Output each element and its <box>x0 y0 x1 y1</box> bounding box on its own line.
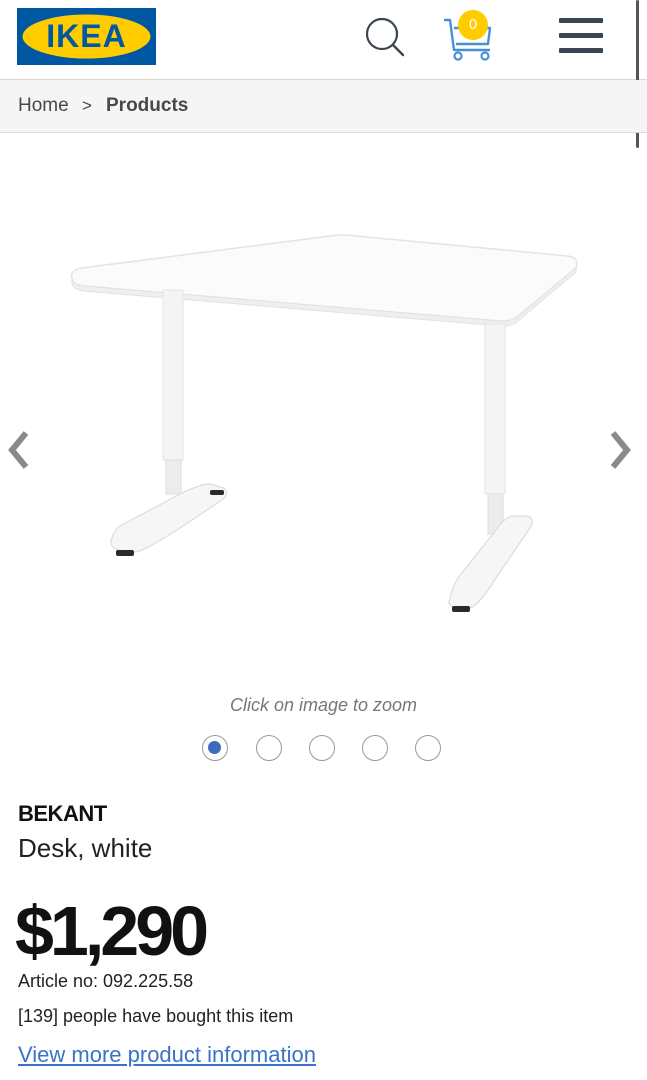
product-description: Desk, white <box>18 833 153 863</box>
product-page: IKEA 0 Home > Products Click on image to… <box>0 0 647 1080</box>
breadcrumb-home-link[interactable]: Home <box>18 80 69 132</box>
product-name: BEKANT <box>18 801 107 826</box>
breadcrumb-separator: > <box>82 96 92 115</box>
article-number: Article no: 092.225.58 <box>18 971 194 991</box>
zoom-hint: Click on image to zoom <box>229 695 418 715</box>
menu-bar <box>559 48 603 53</box>
desk-image <box>70 234 578 612</box>
menu-bar <box>559 33 603 38</box>
search-icon <box>365 17 405 57</box>
product-gallery <box>0 133 647 693</box>
site-header: IKEA 0 <box>0 0 647 148</box>
chevron-right-icon <box>610 431 631 469</box>
menu-button[interactable] <box>557 16 605 56</box>
gallery-prev-button[interactable] <box>4 429 34 471</box>
cart-count-badge: 0 <box>458 10 488 40</box>
breadcrumb-current: Products <box>106 95 189 116</box>
gallery-pagination <box>202 735 452 765</box>
gallery-dot-2[interactable] <box>256 735 282 761</box>
gallery-next-button[interactable] <box>605 429 635 471</box>
gallery-dot-1[interactable] <box>202 735 228 761</box>
ikea-logo[interactable]: IKEA <box>17 8 156 65</box>
logo-text: IKEA <box>46 18 126 54</box>
cart-button[interactable]: 0 <box>438 8 500 62</box>
gallery-dot-4[interactable] <box>362 735 388 761</box>
chevron-left-icon <box>8 431 29 469</box>
gallery-dot-5[interactable] <box>415 735 441 761</box>
product-price: $1,290 <box>15 892 209 970</box>
menu-bar <box>559 18 603 23</box>
view-more-info-link[interactable]: View more product information <box>18 1042 316 1068</box>
product-image[interactable] <box>60 228 585 618</box>
gallery-dot-3[interactable] <box>309 735 335 761</box>
search-button[interactable] <box>362 14 408 60</box>
breadcrumb: Home > Products <box>0 80 647 133</box>
purchase-count: [139] people have bought this item <box>18 1006 294 1026</box>
